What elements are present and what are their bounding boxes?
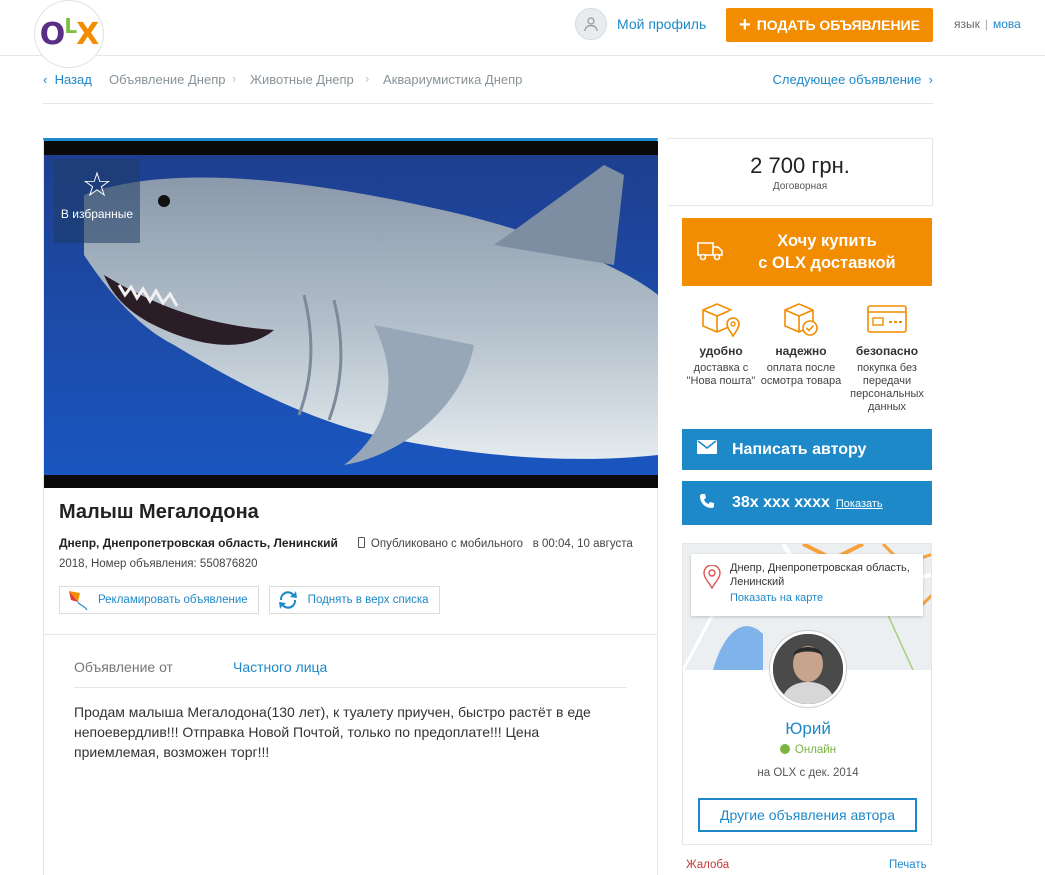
listing-card: ☆ В избранные Малыш Мегалодона Днепр, Дн… <box>43 138 658 875</box>
box-check-icon <box>784 303 818 336</box>
buy-line-1: Хочу купить <box>777 232 877 250</box>
ad-from-row: Объявление от Частного лица <box>74 659 627 688</box>
feature-convenient: удобно доставка с "Нова пошта" <box>678 300 764 388</box>
olx-logo[interactable]: OLX <box>34 0 104 68</box>
user-icon <box>575 8 607 40</box>
listing-meta: Днепр, Днепропетровская область, Ленинск… <box>59 533 649 574</box>
ad-from-label: Объявление от <box>74 659 173 675</box>
feature-text: покупка без передачи персональных данных <box>850 362 924 413</box>
feature-title: надежно <box>775 344 827 358</box>
online-dot-icon <box>779 744 790 754</box>
seller-name[interactable]: Юрий <box>683 719 931 739</box>
avatar[interactable] <box>770 631 846 707</box>
complain-link[interactable]: Жалоба <box>686 859 729 871</box>
print-link[interactable]: Печать <box>889 859 927 871</box>
breadcrumb-item[interactable]: Аквариумистика Днепр <box>383 72 522 87</box>
feature-title: безопасно <box>855 344 919 358</box>
breadcrumb-item[interactable]: Животные Днепр <box>250 72 354 87</box>
seller-since: на OLX с дек. 2014 <box>757 767 859 779</box>
promote-ad-button[interactable]: Рекламировать объявление <box>59 586 259 614</box>
card-icon <box>867 305 907 333</box>
feature-text: оплата после осмотра товара <box>760 362 842 387</box>
feature-title: удобно <box>699 344 743 358</box>
seller-address: Днепр, Днепропетровская область, Ленинск… <box>730 562 910 588</box>
listing-description: Продам малыша Мегалодона(130 лет), к туа… <box>74 704 591 760</box>
favorites-label: В избранные <box>60 207 134 221</box>
next-ad-link[interactable]: Следующее объявление › <box>773 72 933 87</box>
mobile-icon <box>357 537 365 548</box>
phone-number: 38x xxx xxxx <box>732 494 830 511</box>
lang-alt[interactable]: мова <box>993 17 1021 31</box>
refresh-icon <box>278 591 297 609</box>
top-header: OLX Мой профиль + ПОДАТЬ ОБЪЯВЛЕНИЕ язык |… <box>0 0 1045 68</box>
truck-icon <box>697 242 723 261</box>
breadcrumb-item[interactable]: Объявление Днепр <box>109 72 225 87</box>
chevron-right-icon: › <box>365 71 370 86</box>
published-mobile: Опубликовано с мобильного <box>370 538 524 550</box>
price-box: 2 700 грн. Договорная <box>667 138 933 207</box>
promote-label: Рекламировать объявление <box>98 594 248 606</box>
lang-current[interactable]: язык <box>954 17 980 31</box>
kite-icon <box>69 591 88 611</box>
map-pin-icon <box>703 565 721 589</box>
star-icon: ☆ <box>81 166 113 204</box>
box-location-icon <box>702 303 740 338</box>
raise-label: Поднять в верх списка <box>307 594 429 606</box>
chevron-left-icon: ‹ <box>43 72 48 87</box>
feature-safe: безопасно покупка без передачи персональ… <box>844 300 930 414</box>
price-note: Договорная <box>772 181 828 192</box>
back-link[interactable]: ‹ Назад <box>43 72 92 87</box>
ad-from-value[interactable]: Частного лица <box>233 659 327 675</box>
show-phone-link[interactable]: Показать <box>836 498 883 510</box>
listing-photo[interactable]: ☆ В избранные <box>44 141 658 488</box>
phone-button[interactable]: 38x xxx xxxx Показать <box>682 481 932 525</box>
post-ad-label: ПОДАТЬ ОБЪЯВЛЕНИЕ <box>756 17 920 33</box>
address-popup: Днепр, Днепропетровская область, Ленинск… <box>691 554 923 616</box>
post-ad-button[interactable]: + ПОДАТЬ ОБЪЯВЛЕНИЕ <box>726 8 933 42</box>
chevron-right-icon: › <box>928 72 933 87</box>
price-value: 2 700 грн. <box>750 153 850 178</box>
phone-icon <box>682 493 732 514</box>
breadcrumb: ‹ Назад Объявление Днепр › Животные Днеп… <box>43 70 933 104</box>
envelope-icon <box>682 440 732 459</box>
buy-line-2: с OLX доставкой <box>758 254 896 272</box>
plus-icon: + <box>739 13 751 36</box>
chevron-right-icon: › <box>232 71 237 86</box>
add-to-favorites[interactable]: ☆ В избранные <box>54 159 140 243</box>
feature-text: доставка с "Нова пошта" <box>686 362 756 387</box>
show-on-map-link[interactable]: Показать на карте <box>730 591 913 605</box>
seller-card: Днепр, Днепропетровская область, Ленинск… <box>682 543 932 845</box>
my-profile-label: Мой профиль <box>617 16 707 32</box>
buy-with-delivery-button[interactable]: Хочу купить с OLX доставкой <box>682 218 932 286</box>
my-profile-link[interactable]: Мой профиль <box>575 8 706 40</box>
language-switcher: язык | мова <box>954 17 1021 31</box>
listing-title: Малыш Мегалодона <box>59 501 259 523</box>
divider <box>44 634 658 635</box>
online-status: Онлайн <box>683 744 931 756</box>
message-author-label: Написать автору <box>732 440 867 458</box>
feature-reliable: надежно оплата после осмотра товара <box>758 300 844 388</box>
raise-ad-button[interactable]: Поднять в верх списка <box>268 586 440 614</box>
other-ads-button[interactable]: Другие объявления автора <box>698 798 917 832</box>
listing-location: Днепр, Днепропетровская область, Ленинск… <box>59 536 338 550</box>
message-author-button[interactable]: Написать автору <box>682 429 932 470</box>
promo-actions: Рекламировать объявление Поднять в верх … <box>59 586 440 614</box>
